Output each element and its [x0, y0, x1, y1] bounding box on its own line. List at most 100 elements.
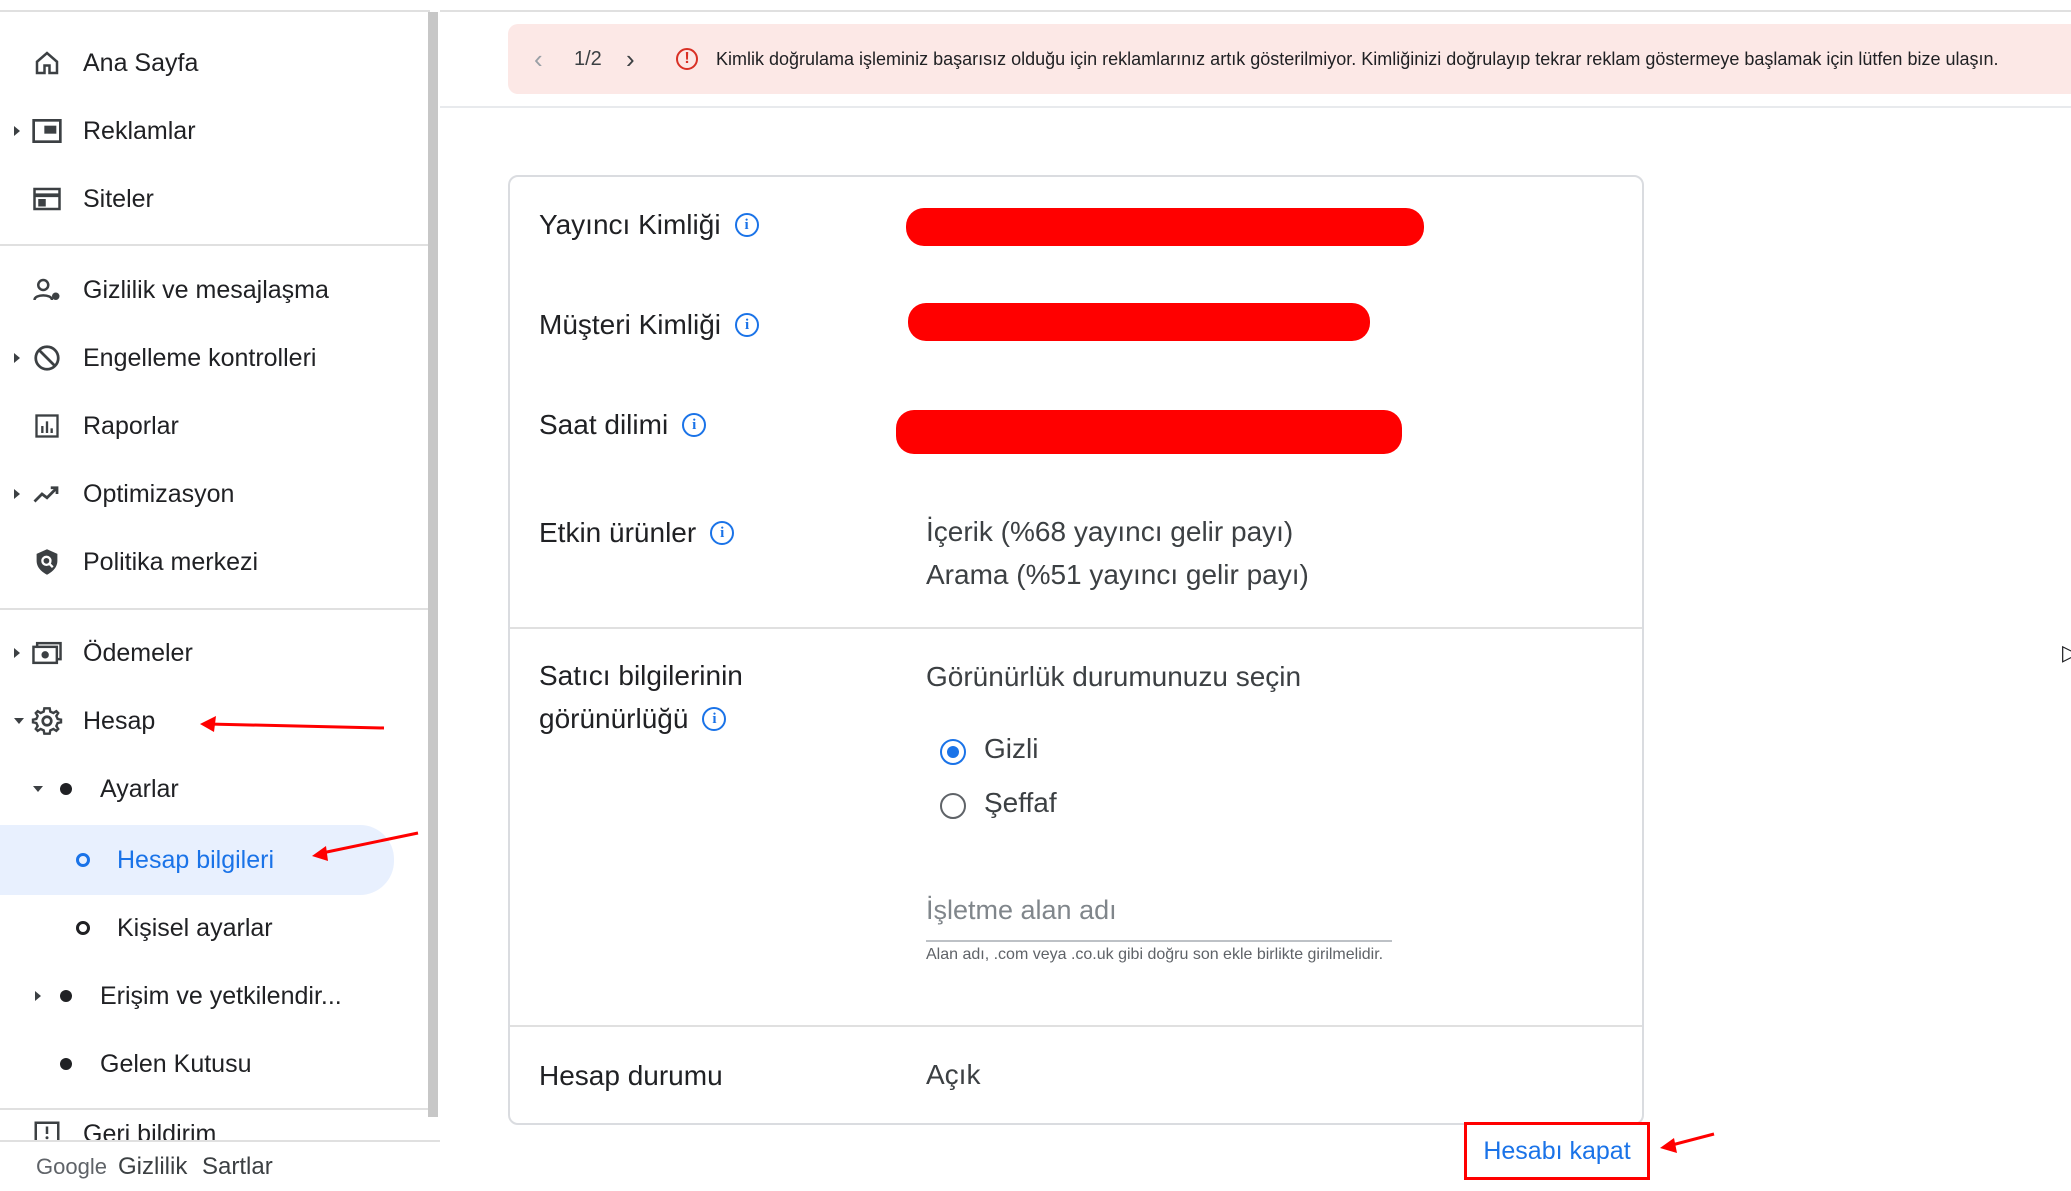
sidebar-item-label: Ödemeler	[83, 638, 193, 667]
ads-icon	[30, 114, 64, 148]
sidebar-item-raporlar[interactable]: Raporlar	[0, 394, 420, 458]
bullet-dot-icon	[60, 990, 72, 1002]
seller-visibility-label-line1: Satıcı bilgilerinin	[539, 656, 743, 696]
sidebar-divider	[0, 244, 428, 246]
product-content: İçerik (%68 yayıncı gelir payı)	[926, 516, 1294, 547]
sidebar-item-label: Optimizasyon	[83, 479, 235, 508]
bullet-ring-icon	[76, 853, 90, 867]
radio-transparent[interactable]	[940, 793, 966, 819]
radio-transparent-label[interactable]: Şeffaf	[984, 787, 1057, 819]
sidebar-item-label: Politika merkezi	[83, 547, 259, 576]
account-status-row-label: Hesap durumu	[539, 1056, 723, 1096]
sidebar-item-label: Gizlilik ve mesajlaşma	[83, 275, 329, 304]
sidebar-item-reklamlar[interactable]: Reklamlar	[0, 99, 420, 163]
expand-arrow-icon[interactable]	[14, 126, 20, 136]
sidebar-item-label: Erişim ve yetkilendir...	[100, 981, 342, 1010]
sidebar-item-erisim[interactable]: Erişim ve yetkilendir...	[0, 964, 420, 1028]
expand-arrow-icon[interactable]	[14, 489, 20, 499]
collapse-arrow-icon[interactable]	[33, 786, 43, 792]
redaction-mark	[908, 303, 1370, 341]
privacy-icon	[30, 273, 64, 307]
sidebar-item-hesap-bilgileri[interactable]: Hesap bilgileri	[0, 825, 394, 895]
terms-link[interactable]: Sartlar	[202, 1153, 273, 1181]
main-top-border	[440, 10, 2071, 12]
product-search: Arama (%51 yayıncı gelir payı)	[926, 559, 1309, 590]
payments-icon	[30, 636, 64, 670]
block-icon	[30, 341, 64, 375]
sidebar-scrollbar[interactable]	[428, 12, 438, 1117]
sidebar-item-odemeler[interactable]: Ödemeler	[0, 621, 420, 685]
error-icon: !	[676, 48, 698, 70]
reports-icon	[30, 409, 64, 443]
banner-message: Kimlik doğrulama işleminiz başarısız old…	[716, 48, 1999, 69]
sidebar-item-label: Siteler	[83, 184, 154, 213]
sidebar-item-label: Hesap bilgileri	[117, 845, 275, 874]
sidebar-item-gelen-kutusu[interactable]: Gelen Kutusu	[0, 1032, 420, 1096]
sites-icon	[30, 182, 64, 216]
expand-arrow-icon[interactable]	[14, 648, 20, 658]
sidebar-item-label: Raporlar	[83, 411, 179, 440]
gear-icon	[30, 704, 64, 738]
sidebar-item-label: Engelleme kontrolleri	[83, 343, 317, 372]
policy-shield-icon	[30, 545, 64, 579]
account-status-value: Açık	[926, 1059, 981, 1090]
info-icon[interactable]: i	[735, 313, 760, 337]
radio-hidden-label[interactable]: Gizli	[984, 733, 1038, 765]
sidebar: Ana Sayfa Reklamlar Siteler Gizlilik ve …	[0, 0, 440, 1191]
expand-arrow-icon[interactable]	[35, 991, 41, 1001]
info-icon[interactable]: i	[682, 413, 707, 437]
header-separator	[440, 106, 2071, 108]
seller-label-line1: Satıcı bilgilerinin	[539, 660, 743, 691]
visibility-prompt: Görünürlük durumunuzu seçin	[926, 661, 1302, 692]
business-domain-input[interactable]	[926, 880, 1392, 942]
products-row-label: Etkin ürünler i	[539, 513, 735, 553]
trending-icon	[30, 477, 64, 511]
redaction-mark	[906, 208, 1424, 246]
sidebar-item-label: Reklamlar	[83, 116, 196, 145]
sidebar-item-siteler[interactable]: Siteler	[0, 167, 420, 231]
sidebar-item-politika[interactable]: Politika merkezi	[0, 530, 420, 594]
info-icon[interactable]: i	[734, 213, 759, 237]
banner-page-indicator: 1/2	[574, 47, 602, 70]
card-divider	[510, 627, 1642, 629]
chevron-left-icon[interactable]: ‹	[534, 44, 543, 75]
privacy-link[interactable]: Gizlilik	[118, 1153, 187, 1181]
redaction-mark	[896, 410, 1402, 454]
card-divider	[510, 1025, 1642, 1027]
sidebar-item-kisisel-ayarlar[interactable]: Kişisel ayarlar	[0, 896, 420, 960]
sidebar-item-ana-sayfa[interactable]: Ana Sayfa	[0, 31, 420, 95]
radio-hidden[interactable]	[940, 739, 966, 765]
sidebar-item-label: Ana Sayfa	[83, 48, 199, 77]
sidebar-item-gizlilik[interactable]: Gizlilik ve mesajlaşma	[0, 258, 420, 322]
publisher-id-row-label: Yayıncı Kimliği i	[539, 205, 759, 245]
timezone-row-label: Saat dilimi i	[539, 405, 707, 445]
annotation-arrow-close-account	[1660, 1132, 1715, 1153]
publisher-id-label: Yayıncı Kimliği	[539, 209, 721, 240]
sidebar-item-label: Hesap	[83, 706, 156, 735]
mouse-cursor-icon: ▷	[2062, 640, 2071, 665]
sidebar-item-label: Gelen Kutusu	[100, 1049, 252, 1078]
info-icon[interactable]: i	[702, 707, 727, 731]
home-icon	[30, 46, 64, 80]
close-account-button[interactable]: Hesabı kapat	[1464, 1122, 1650, 1180]
products-label: Etkin ürünler	[539, 517, 697, 548]
sidebar-item-optimizasyon[interactable]: Optimizasyon	[0, 462, 420, 526]
sidebar-top-border	[0, 10, 430, 12]
domain-hint: Alan adı, .com veya .co.uk gibi doğru so…	[926, 946, 1384, 963]
info-icon[interactable]: i	[710, 521, 735, 545]
sidebar-item-engelleme[interactable]: Engelleme kontrolleri	[0, 326, 420, 390]
seller-visibility-label-line2: görünürlüğü i	[539, 699, 727, 739]
seller-label-line2: görünürlüğü	[539, 703, 689, 734]
sidebar-item-ayarlar[interactable]: Ayarlar	[0, 757, 420, 821]
bullet-ring-icon	[76, 921, 90, 935]
customer-id-label: Müşteri Kimliği	[539, 309, 722, 340]
customer-id-row-label: Müşteri Kimliği i	[539, 305, 760, 345]
sidebar-item-label: Ayarlar	[100, 774, 179, 803]
bullet-dot-icon	[60, 1058, 72, 1070]
sidebar-item-hesap[interactable]: Hesap	[0, 689, 420, 753]
collapse-arrow-icon[interactable]	[14, 718, 24, 724]
bullet-dot-icon	[60, 783, 72, 795]
chevron-right-icon[interactable]: ›	[626, 44, 635, 75]
sidebar-footer: Google Gizlilik Sartlar	[0, 1140, 440, 1191]
expand-arrow-icon[interactable]	[14, 353, 20, 363]
